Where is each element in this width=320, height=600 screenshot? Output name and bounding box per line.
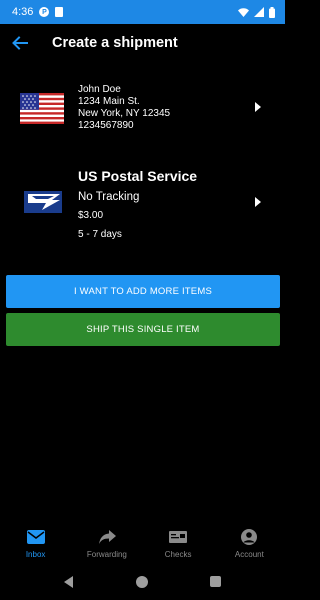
ship-single-item-button[interactable]: SHIP THIS SINGLE ITEM bbox=[6, 313, 280, 346]
signal-icon bbox=[254, 7, 264, 17]
recipient-city: New York, NY 12345 bbox=[78, 108, 171, 119]
forward-arrow-icon bbox=[98, 530, 116, 544]
nav-forwarding[interactable]: Forwarding bbox=[71, 525, 142, 565]
check-money-icon bbox=[169, 531, 188, 543]
battery-icon bbox=[269, 6, 275, 18]
bottom-nav: Inbox Forwarding Checks Account bbox=[0, 525, 285, 565]
status-badge: P bbox=[39, 7, 50, 17]
recipient-name: John Doe bbox=[78, 84, 121, 95]
chevron-right-icon bbox=[255, 197, 261, 207]
nav-checks-label: Checks bbox=[164, 550, 192, 559]
nav-inbox[interactable]: Inbox bbox=[0, 525, 71, 565]
address-block: John Doe 1234 Main St. New York, NY 1234… bbox=[78, 84, 170, 132]
arrow-left-icon[interactable] bbox=[10, 33, 30, 53]
carrier-name: US Postal Service bbox=[78, 168, 198, 184]
nav-account[interactable]: Account bbox=[214, 525, 285, 565]
nav-inbox-label: Inbox bbox=[25, 550, 46, 559]
recipient-phone: 1234567890 bbox=[78, 120, 134, 131]
recipient-street: 1234 Main St. bbox=[78, 96, 140, 107]
carrier-tracking: No Tracking bbox=[78, 191, 140, 203]
page-title: Create a shipment bbox=[52, 35, 178, 51]
sim-icon bbox=[55, 7, 64, 17]
usps-eagle-icon bbox=[24, 191, 62, 213]
carrier-row[interactable]: US Postal Service No Tracking $3.00 5 - … bbox=[0, 160, 285, 250]
carrier-price: $3.00 bbox=[78, 210, 104, 221]
us-flag-icon bbox=[20, 93, 64, 124]
system-recents-icon[interactable] bbox=[210, 576, 221, 587]
status-right bbox=[238, 6, 275, 18]
recipient-address-row[interactable]: John Doe 1234 Main St. New York, NY 1234… bbox=[0, 78, 285, 138]
system-back-icon[interactable] bbox=[64, 576, 73, 588]
app-header: Create a shipment bbox=[0, 24, 285, 64]
add-more-items-button[interactable]: I WANT TO ADD MORE ITEMS bbox=[6, 275, 280, 308]
system-home-icon[interactable] bbox=[136, 576, 148, 588]
status-left: 4:36 P bbox=[12, 6, 64, 18]
nav-forwarding-label: Forwarding bbox=[86, 550, 127, 559]
nav-checks[interactable]: Checks bbox=[143, 525, 214, 565]
nav-account-label: Account bbox=[234, 550, 264, 559]
account-circle-icon bbox=[241, 529, 258, 545]
system-navigation-bar bbox=[0, 568, 285, 596]
status-bar: 4:36 P bbox=[0, 0, 285, 24]
chevron-right-icon bbox=[255, 102, 261, 112]
carrier-eta: 5 - 7 days bbox=[78, 229, 122, 240]
wifi-icon bbox=[238, 7, 249, 17]
status-time: 4:36 bbox=[12, 6, 34, 18]
envelope-icon bbox=[26, 530, 45, 544]
